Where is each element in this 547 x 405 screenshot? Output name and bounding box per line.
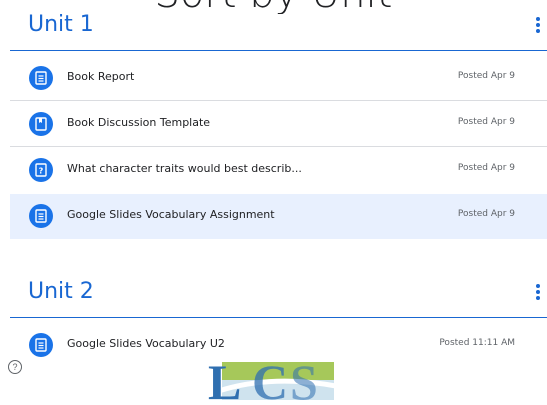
- more-vert-icon: [536, 17, 540, 21]
- classwork-item-posted: Posted Apr 9: [457, 209, 515, 219]
- assignment-icon: [29, 204, 53, 228]
- classwork-item-title: Book Report: [67, 70, 135, 83]
- more-vert-icon: [536, 284, 540, 288]
- svg-text:S: S: [290, 354, 318, 400]
- district-logo: L C S: [190, 352, 337, 405]
- classwork-item-posted: Posted 11:11 AM: [439, 338, 515, 348]
- assignment-icon: [29, 333, 53, 357]
- classwork-item-title: Google Slides Vocabulary U2: [67, 337, 225, 350]
- classwork-item-title: What character traits would best describ…: [67, 162, 302, 175]
- classwork-item-title: Book Discussion Template: [67, 116, 211, 129]
- classwork-item-posted: Posted Apr 9: [457, 117, 515, 127]
- topic-2-divider: [10, 317, 547, 318]
- topic-1-more-options-button[interactable]: [533, 16, 543, 34]
- help-icon[interactable]: ?: [8, 360, 22, 374]
- topic-1-divider: [10, 50, 547, 51]
- question-icon: ?: [29, 158, 53, 182]
- topic-title-unit-1: Unit 1: [28, 12, 94, 37]
- topic-2-more-options-button[interactable]: [533, 283, 543, 301]
- svg-text:L: L: [208, 354, 241, 400]
- classwork-item-title: Google Slides Vocabulary Assignment: [67, 208, 275, 221]
- classwork-item-posted: Posted Apr 9: [457, 71, 515, 81]
- classwork-item-book-discussion-template[interactable]: Book Discussion Template Posted Apr 9: [10, 102, 547, 147]
- classwork-item-posted: Posted Apr 9: [457, 163, 515, 173]
- material-icon: [29, 112, 53, 136]
- svg-text:?: ?: [39, 167, 44, 176]
- topic-title-unit-2: Unit 2: [28, 279, 94, 304]
- assignment-icon: [29, 66, 53, 90]
- svg-text:C: C: [252, 354, 288, 400]
- classwork-item-character-traits-question[interactable]: ? What character traits would best descr…: [10, 148, 547, 193]
- classwork-item-google-slides-vocabulary-assignment[interactable]: Google Slides Vocabulary Assignment Post…: [10, 194, 547, 239]
- classwork-item-book-report[interactable]: Book Report Posted Apr 9: [10, 56, 547, 101]
